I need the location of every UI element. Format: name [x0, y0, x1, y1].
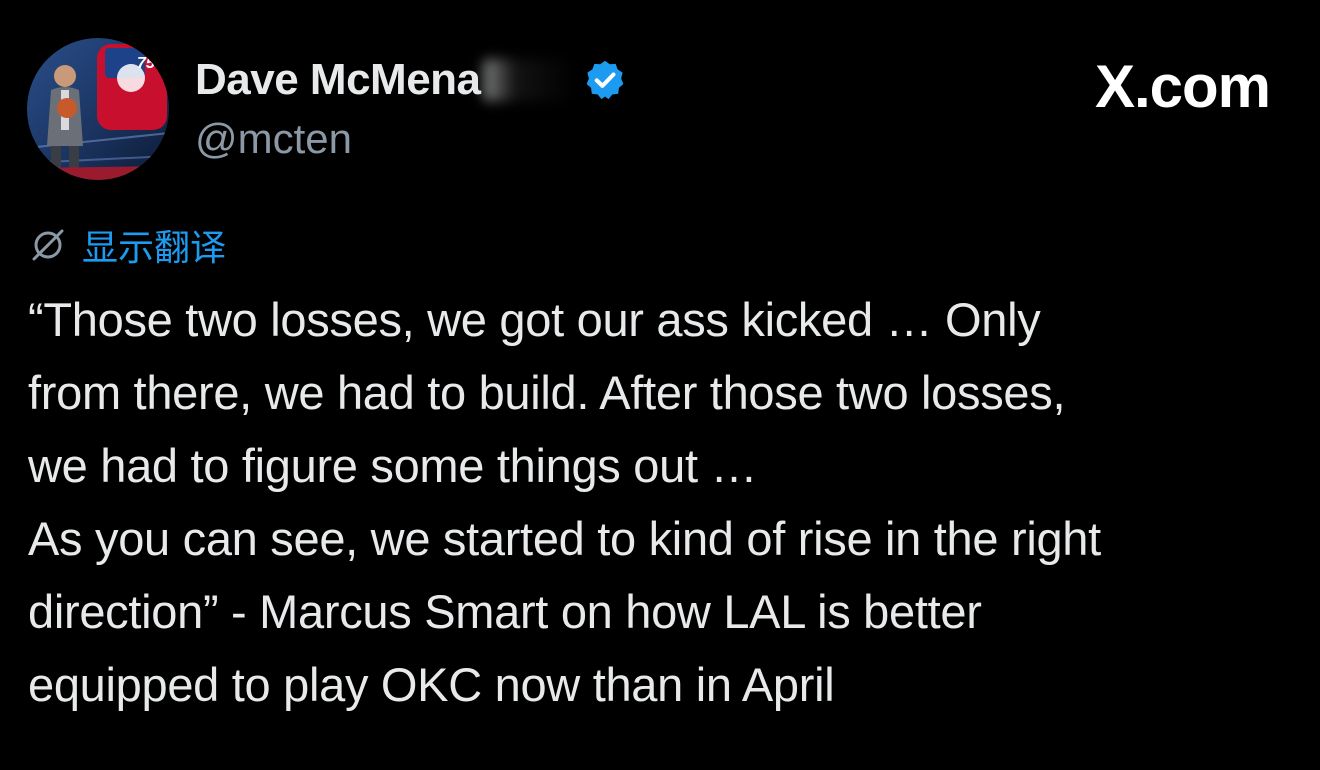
brand-watermark: X.com: [1094, 53, 1271, 120]
tweet-card: 75 Dave McMena @mcten X.com 显示翻译 “Those …: [0, 0, 1320, 770]
avatar[interactable]: 75: [27, 38, 169, 180]
author-name-row[interactable]: Dave McMena: [195, 52, 627, 108]
tweet-line: “Those two losses, we got our ass kicked…: [28, 293, 1041, 346]
tweet-line: direction” - Marcus Smart on how LAL is …: [28, 585, 982, 638]
svg-text:75: 75: [137, 55, 156, 72]
verified-badge-icon: [583, 58, 627, 102]
author-handle[interactable]: @mcten: [195, 115, 352, 163]
show-translation-link[interactable]: 显示翻译: [82, 219, 226, 271]
tweet-line: we had to figure some things out …: [28, 439, 758, 492]
tweet-line: As you can see, we started to kind of ri…: [28, 512, 1101, 565]
tweet-line: from there, we had to build. After those…: [28, 366, 1066, 419]
tweet-line: equipped to play OKC now than in April: [28, 658, 835, 711]
name-blur-overlay: [482, 59, 575, 101]
avatar-image: 75: [27, 38, 169, 180]
author-name[interactable]: Dave McMena: [195, 55, 481, 105]
translate-row[interactable]: 显示翻译: [28, 219, 226, 271]
tweet-text: “Those two losses, we got our ass kicked…: [28, 283, 1298, 721]
translate-off-icon: [28, 225, 68, 265]
